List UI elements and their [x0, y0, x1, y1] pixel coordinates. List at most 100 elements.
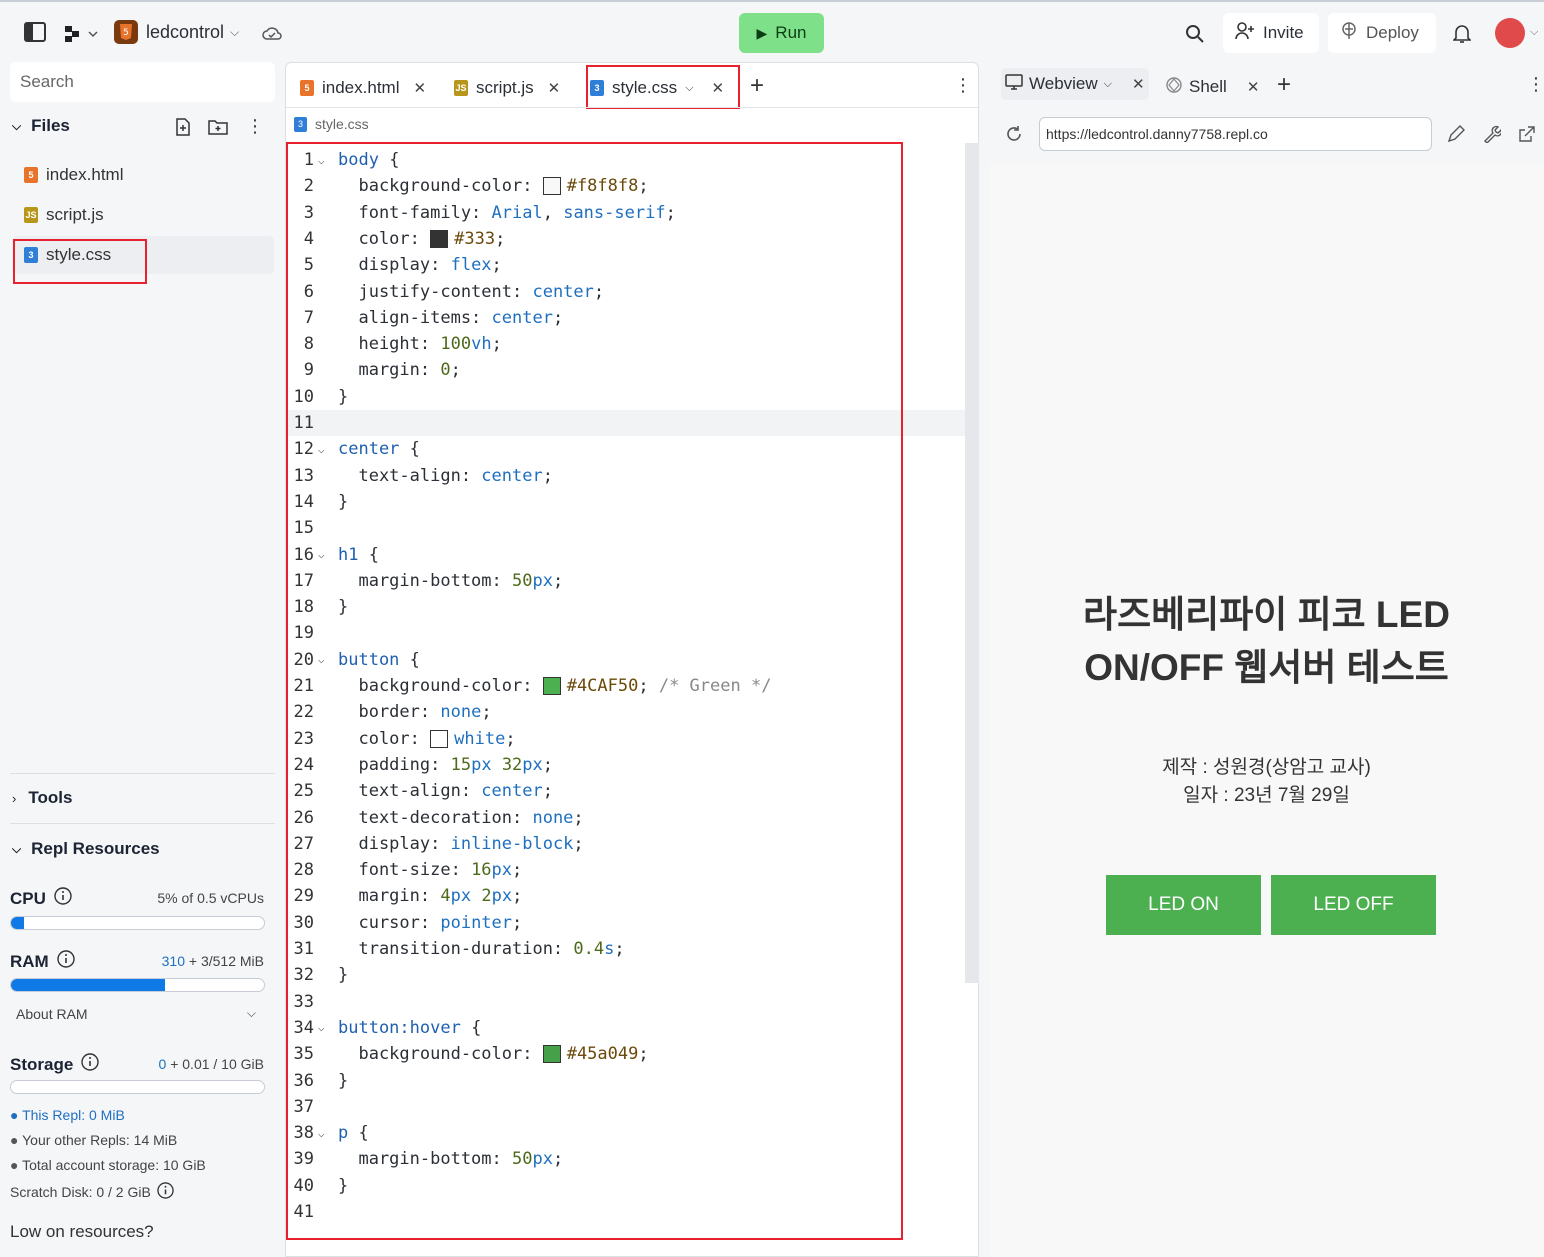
- pencil-icon[interactable]: [1447, 125, 1465, 148]
- new-folder-icon[interactable]: [208, 118, 228, 141]
- info-icon[interactable]: [57, 950, 75, 973]
- file-item-script-js[interactable]: JS script.js: [12, 196, 274, 234]
- code-line[interactable]: 6 justify-content: center;: [286, 279, 966, 305]
- code-line[interactable]: 39 margin-bottom: 50px;: [286, 1146, 966, 1172]
- code-line[interactable]: 17 margin-bottom: 50px;: [286, 568, 966, 594]
- tab-style-css[interactable]: 3 style.css ⌵ ✕: [590, 71, 724, 105]
- code-line[interactable]: 11: [286, 410, 966, 436]
- code-line[interactable]: 41: [286, 1199, 966, 1225]
- code-line[interactable]: 20 ⌵ button {: [286, 647, 966, 673]
- code-line[interactable]: 34 ⌵ button:hover {: [286, 1015, 966, 1041]
- code-line[interactable]: 3 font-family: Arial, sans-serif;: [286, 200, 966, 226]
- code-line[interactable]: 18}: [286, 594, 966, 620]
- tab-shell[interactable]: Shell ✕: [1165, 70, 1259, 104]
- fold-chevron-icon[interactable]: ⌵: [318, 154, 338, 167]
- code-line[interactable]: 23 color: white;: [286, 726, 966, 752]
- code-line[interactable]: 24 padding: 15px 32px;: [286, 752, 966, 778]
- code-line[interactable]: 32}: [286, 962, 966, 988]
- run-button[interactable]: ▶ Run: [739, 13, 824, 53]
- kebab-menu-icon[interactable]: ⋮: [246, 116, 264, 137]
- info-icon[interactable]: [54, 887, 72, 910]
- breadcrumb[interactable]: 3 style.css: [294, 116, 369, 132]
- code-line[interactable]: 40}: [286, 1173, 966, 1199]
- code-area[interactable]: 1 ⌵ body {2 background-color: #f8f8f8; 3 fo…: [286, 143, 978, 1256]
- repl-menu-icon[interactable]: [64, 24, 100, 44]
- fold-chevron-icon[interactable]: ⌵: [318, 653, 338, 666]
- code-line[interactable]: 14}: [286, 489, 966, 515]
- code-line[interactable]: 27 display: inline-block;: [286, 831, 966, 857]
- reload-icon[interactable]: [1005, 125, 1023, 148]
- code-line[interactable]: 16 ⌵ h1 {: [286, 542, 966, 568]
- url-input[interactable]: https://ledcontrol.danny7758.repl.co: [1039, 117, 1432, 151]
- close-icon[interactable]: ✕: [1247, 78, 1260, 96]
- code-line[interactable]: 1 ⌵ body {: [286, 147, 966, 173]
- code-line[interactable]: 12 ⌵ center {: [286, 436, 966, 462]
- code-line[interactable]: 37: [286, 1094, 966, 1120]
- code-line[interactable]: 29 margin: 4px 2px;: [286, 883, 966, 909]
- code-line[interactable]: 31 transition-duration: 0.4s;: [286, 936, 966, 962]
- search-icon[interactable]: [1184, 23, 1206, 45]
- resources-header[interactable]: ⌵ Repl Resources: [12, 839, 160, 859]
- fold-chevron-icon[interactable]: ⌵: [318, 1127, 338, 1140]
- code-line[interactable]: 30 cursor: pointer;: [286, 910, 966, 936]
- tab-script-js[interactable]: JS script.js ✕: [454, 71, 560, 105]
- close-icon[interactable]: ✕: [1132, 75, 1145, 93]
- code-line[interactable]: 21 background-color: #4CAF50; /* Green *…: [286, 673, 966, 699]
- code-line[interactable]: 2 background-color: #f8f8f8;: [286, 173, 966, 199]
- code-line[interactable]: 7 align-items: center;: [286, 305, 966, 331]
- code-line[interactable]: 26 text-decoration: none;: [286, 805, 966, 831]
- tools-header[interactable]: › Tools: [12, 788, 72, 808]
- info-icon[interactable]: [157, 1182, 174, 1202]
- code-line[interactable]: 19: [286, 620, 966, 646]
- code-line[interactable]: 13 text-align: center;: [286, 463, 966, 489]
- close-icon[interactable]: ✕: [413, 79, 426, 97]
- led-off-button[interactable]: LED OFF: [1271, 875, 1436, 935]
- project-selector[interactable]: 5 ledcontrol ⌵: [114, 20, 239, 44]
- bell-icon[interactable]: [1452, 23, 1472, 45]
- code-line[interactable]: 38 ⌵ p {: [286, 1120, 966, 1146]
- avatar[interactable]: [1495, 18, 1525, 48]
- about-ram-toggle[interactable]: About RAM ⌵: [16, 1006, 256, 1022]
- sidebar-toggle-icon[interactable]: [24, 22, 46, 42]
- led-on-button[interactable]: LED ON: [1106, 875, 1261, 935]
- code-line[interactable]: 10}: [286, 384, 966, 410]
- new-tab-icon[interactable]: +: [1277, 71, 1291, 99]
- search-input[interactable]: Search: [10, 62, 275, 102]
- close-icon[interactable]: ✕: [548, 79, 561, 97]
- chevron-down-icon[interactable]: ⌵: [685, 82, 693, 95]
- tab-index-html[interactable]: 5 index.html ✕: [300, 71, 426, 105]
- code-editor-panel: 5 index.html ✕ JS script.js ✕ 3 style.cs…: [285, 62, 979, 1257]
- code-line[interactable]: 25 text-align: center;: [286, 778, 966, 804]
- code-line[interactable]: 8 height: 100vh;: [286, 331, 966, 357]
- new-file-icon[interactable]: [174, 118, 192, 141]
- code-line[interactable]: 5 display: flex;: [286, 252, 966, 278]
- close-icon[interactable]: ✕: [712, 79, 725, 97]
- new-tab-icon[interactable]: +: [750, 72, 764, 100]
- fold-chevron-icon[interactable]: ⌵: [318, 443, 338, 456]
- vertical-scrollbar[interactable]: [965, 143, 979, 983]
- file-item-style-css[interactable]: 3 style.css: [12, 236, 274, 274]
- info-icon[interactable]: [81, 1053, 99, 1076]
- kebab-menu-icon[interactable]: ⋮: [1527, 74, 1544, 95]
- code-line[interactable]: 15: [286, 515, 966, 541]
- chevron-down-icon[interactable]: ⌵: [1104, 78, 1112, 91]
- invite-button[interactable]: Invite: [1223, 13, 1319, 53]
- code-line[interactable]: 9 margin: 0;: [286, 357, 966, 383]
- deploy-button[interactable]: Deploy: [1328, 13, 1436, 53]
- code-line[interactable]: 36}: [286, 1068, 966, 1094]
- low-resources-link[interactable]: Low on resources?: [10, 1222, 154, 1242]
- code-line[interactable]: 22 border: none;: [286, 699, 966, 725]
- code-line[interactable]: 33: [286, 989, 966, 1015]
- kebab-menu-icon[interactable]: ⋮: [954, 75, 972, 96]
- wrench-icon[interactable]: [1483, 125, 1503, 148]
- code-line[interactable]: 35 background-color: #45a049;: [286, 1041, 966, 1067]
- tab-webview[interactable]: Webview ⌵ ✕: [1001, 68, 1149, 100]
- files-header[interactable]: ⌵ Files: [12, 116, 70, 136]
- code-line[interactable]: 4 color: #333;: [286, 226, 966, 252]
- fold-chevron-icon[interactable]: ⌵: [318, 548, 338, 561]
- file-item-index-html[interactable]: 5 index.html: [12, 156, 274, 194]
- external-link-icon[interactable]: [1518, 125, 1536, 148]
- fold-chevron-icon[interactable]: ⌵: [318, 1021, 338, 1034]
- code-line[interactable]: 28 font-size: 16px;: [286, 857, 966, 883]
- avatar-chevron-icon[interactable]: ⌵: [1530, 26, 1538, 39]
